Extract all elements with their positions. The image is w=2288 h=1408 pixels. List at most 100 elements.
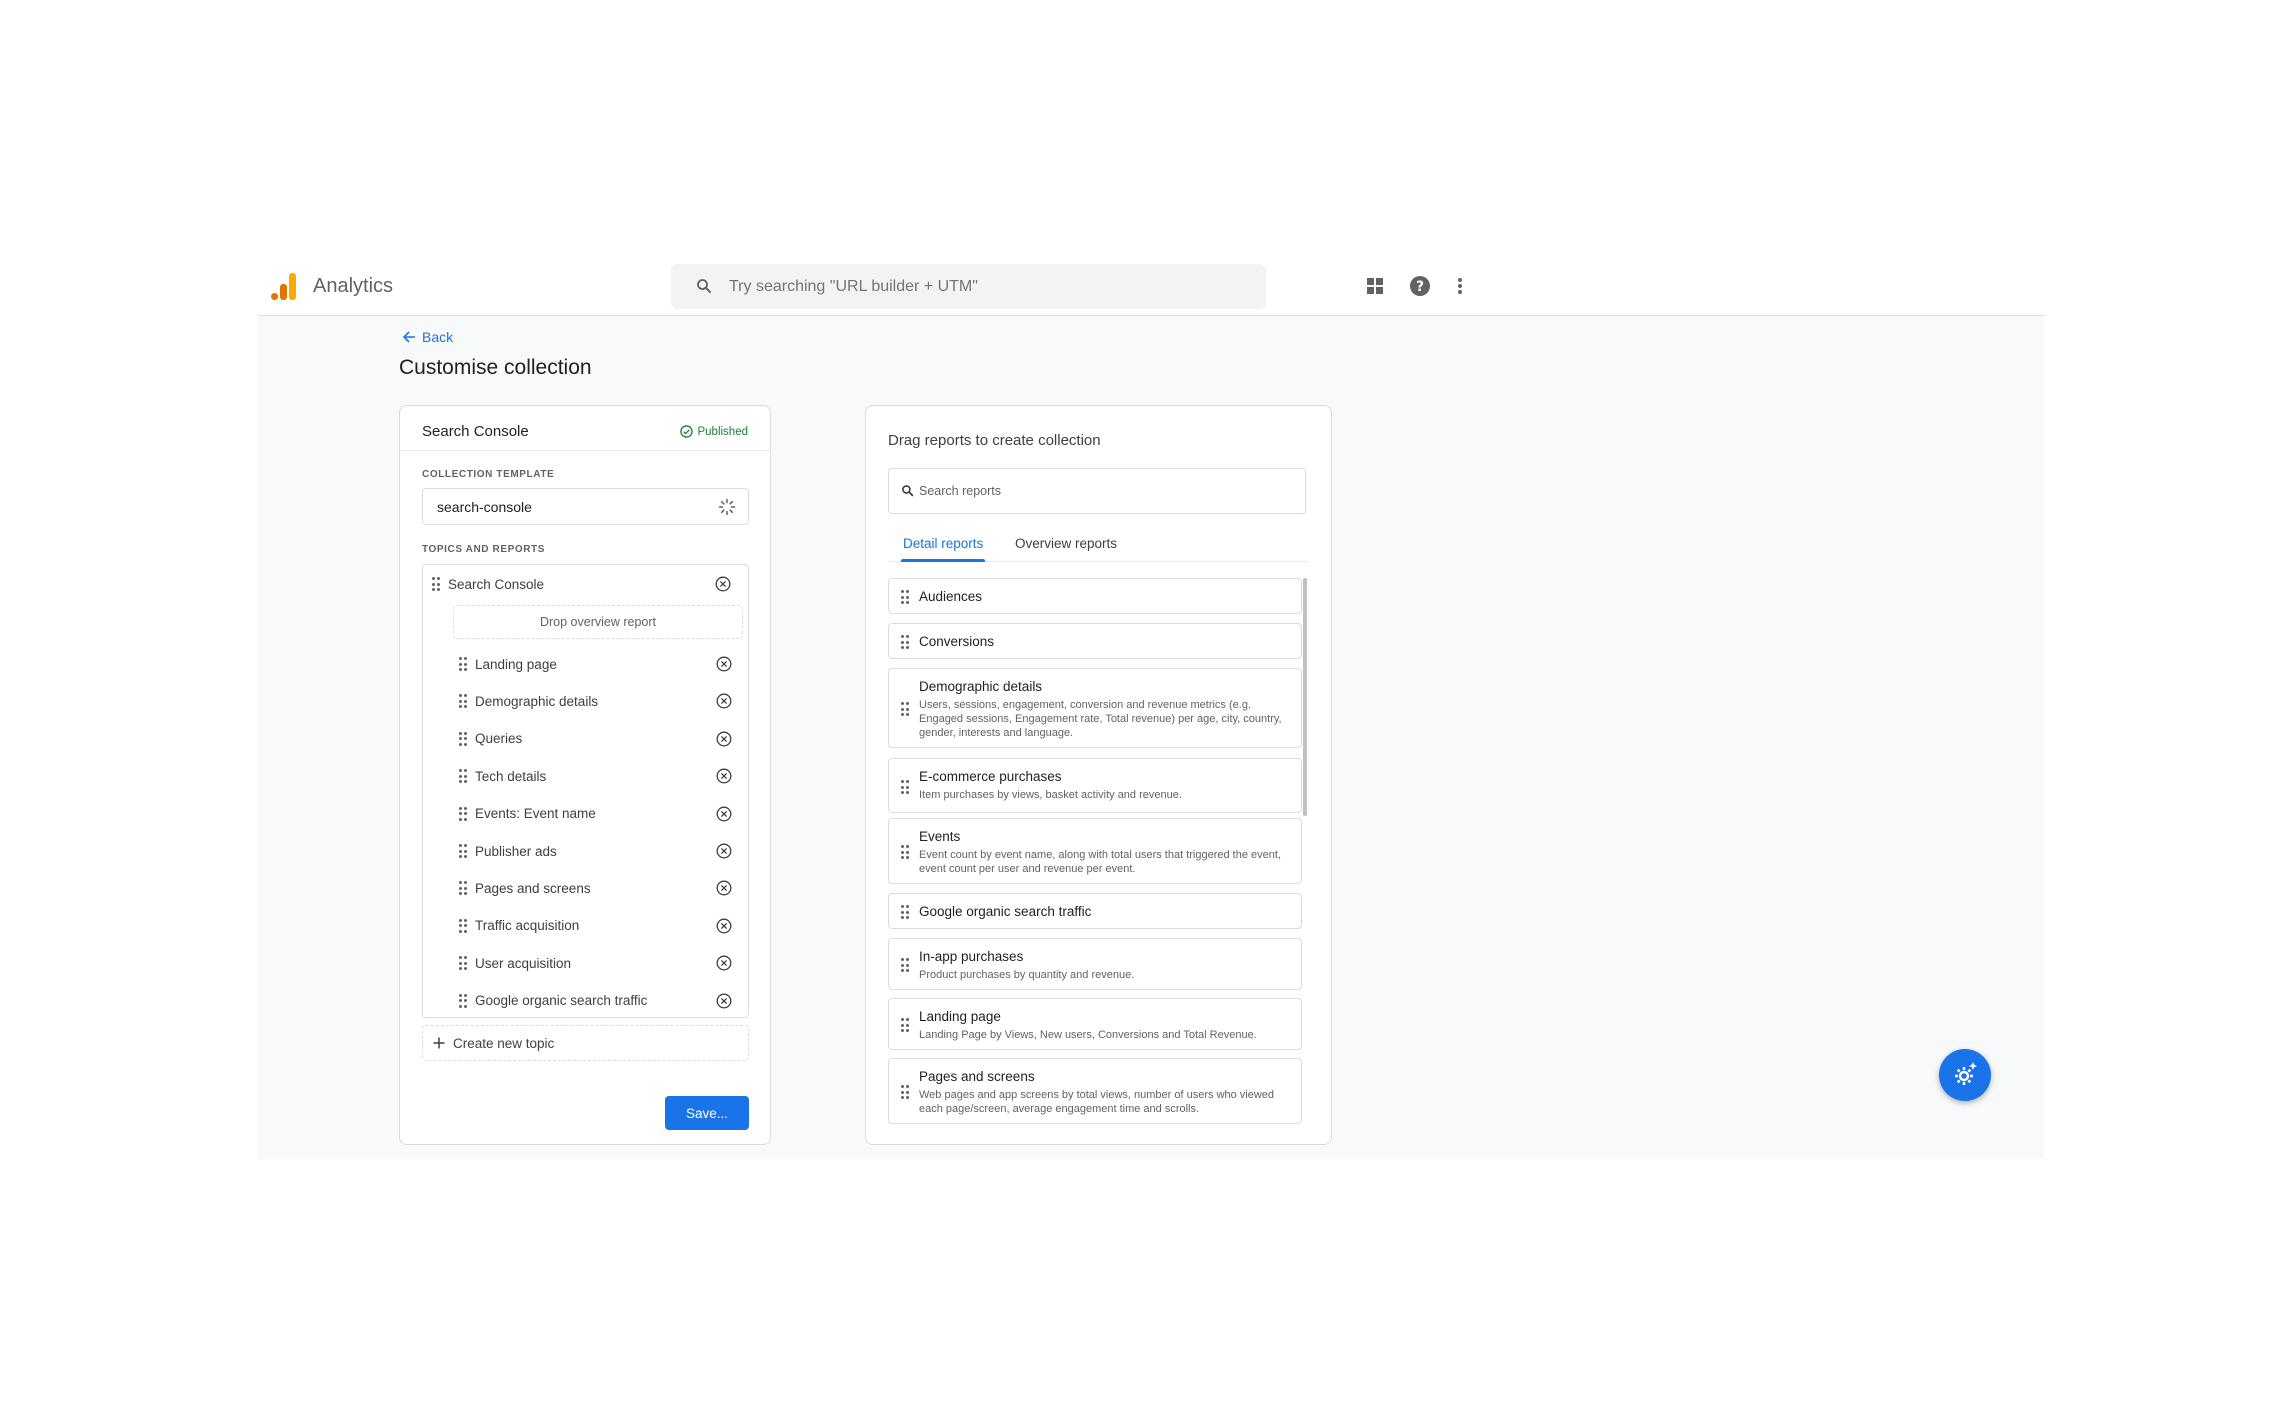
remove-report-icon[interactable] [715, 692, 733, 710]
drag-handle-icon[interactable] [901, 780, 909, 794]
report-card[interactable]: In-app purchases Product purchases by qua… [888, 938, 1302, 990]
drag-handle-icon[interactable] [432, 577, 440, 591]
report-search-input[interactable] [919, 469, 1289, 513]
topic-report-row[interactable]: Pages and screens [449, 871, 749, 905]
drag-handle-icon[interactable] [459, 806, 467, 821]
remove-topic-icon[interactable] [714, 575, 732, 593]
topics-list: Search Console Drop overview report Land… [422, 564, 749, 1018]
topic-report-row[interactable]: Events: Event name [449, 797, 749, 831]
scrollbar-thumb[interactable] [1303, 578, 1307, 816]
template-input[interactable] [437, 489, 697, 524]
report-card-description: Landing Page by Views, New users, Conver… [919, 1029, 1257, 1041]
remove-report-icon[interactable] [715, 992, 733, 1010]
topic-report-label: Queries [475, 731, 523, 747]
drag-handle-icon[interactable] [459, 657, 467, 671]
report-card-title: Landing page [919, 1009, 1001, 1024]
topic-row[interactable]: Search Console [423, 567, 748, 601]
search-input[interactable] [729, 264, 1249, 309]
drag-handle-icon[interactable] [901, 905, 909, 919]
topics-section-label: TOPICS AND REPORTS [422, 544, 546, 555]
report-card[interactable]: Pages and screens Web pages and app scree… [888, 1058, 1302, 1124]
topic-report-row[interactable]: Traffic acquisition [449, 909, 749, 943]
topic-report-label: Landing page [475, 656, 557, 672]
tab-overview-reports[interactable]: Overview reports [1015, 536, 1117, 551]
report-card[interactable]: E-commerce purchases Item purchases by vi… [888, 758, 1302, 813]
topic-report-row[interactable]: Demographic details [449, 684, 749, 718]
report-card[interactable]: Conversions [888, 623, 1302, 659]
search-icon [697, 279, 711, 293]
analytics-logo-icon[interactable] [271, 273, 297, 300]
drag-handle-icon[interactable] [901, 1018, 909, 1032]
search-icon [902, 485, 914, 497]
template-field[interactable] [422, 488, 749, 525]
remove-report-icon[interactable] [715, 917, 733, 935]
apps-grid-icon[interactable] [1362, 273, 1388, 299]
report-card[interactable]: Demographic details Users, sessions, enga… [888, 668, 1302, 748]
topic-report-row[interactable]: Tech details [449, 759, 749, 793]
report-card-description: Web pages and app screens by total views… [919, 1089, 1275, 1115]
drag-handle-icon[interactable] [901, 590, 909, 604]
drag-handle-icon[interactable] [901, 1085, 909, 1099]
analytics-app: Analytics ? Back Customise collection Se… [258, 257, 2044, 1159]
plus-icon [433, 1037, 445, 1049]
report-card[interactable]: Audiences [888, 578, 1302, 614]
published-badge: Published [680, 425, 748, 438]
settings-sparkle-button[interactable] [1939, 1049, 1991, 1101]
topic-report-row[interactable]: User acquisition [449, 946, 749, 980]
topic-report-label: User acquisition [475, 955, 572, 971]
topic-report-row[interactable]: Queries [449, 722, 749, 756]
topic-report-label: Pages and screens [475, 880, 591, 896]
settings-sparkle-icon [1955, 1062, 1977, 1085]
drag-handle-icon[interactable] [459, 956, 467, 971]
drag-handle-icon[interactable] [459, 731, 467, 746]
drag-handle-icon[interactable] [459, 694, 467, 709]
report-card[interactable]: Landing page Landing Page by Views, New u… [888, 998, 1302, 1050]
report-search-field[interactable] [888, 468, 1306, 514]
drag-handle-icon[interactable] [459, 993, 467, 1008]
drag-handle-icon[interactable] [901, 702, 909, 716]
back-label: Back [422, 329, 454, 345]
drag-handle-icon[interactable] [901, 635, 909, 649]
remove-report-icon[interactable] [715, 842, 733, 860]
tab-detail-reports[interactable]: Detail reports [900, 536, 986, 562]
drag-handle-icon[interactable] [459, 881, 467, 896]
report-card-title: In-app purchases [919, 949, 1024, 964]
search-bar[interactable] [671, 264, 1266, 309]
remove-report-icon[interactable] [715, 655, 733, 673]
remove-report-icon[interactable] [715, 805, 733, 823]
back-link[interactable]: Back [402, 329, 453, 345]
top-bar: Analytics ? [258, 257, 2044, 316]
report-card-title: Events [919, 829, 961, 844]
drop-overview-zone[interactable]: Drop overview report [453, 605, 743, 639]
drag-handle-icon[interactable] [459, 769, 467, 784]
topic-report-row[interactable]: Publisher ads [449, 834, 749, 868]
drag-handle-icon[interactable] [901, 845, 909, 859]
remove-report-icon[interactable] [715, 730, 733, 748]
save-button[interactable]: Save... [665, 1096, 749, 1130]
help-icon[interactable]: ? [1407, 273, 1433, 299]
app-title: Analytics [313, 275, 394, 297]
topic-report-label: Google organic search traffic [475, 993, 648, 1009]
drag-handle-icon[interactable] [459, 918, 467, 933]
create-topic-button[interactable]: Create new topic [422, 1025, 749, 1061]
report-card-title: Pages and screens [919, 1069, 1035, 1084]
page-title: Customise collection [399, 356, 592, 379]
drag-handle-icon[interactable] [901, 958, 909, 972]
more-vert-icon[interactable] [1447, 273, 1473, 299]
report-tabs: Detail reports Overview reports [888, 532, 1308, 562]
drag-handle-icon[interactable] [459, 844, 467, 858]
report-library-card: Drag reports to create collection Detail… [865, 405, 1332, 1145]
topic-report-label: Traffic acquisition [475, 918, 580, 934]
report-card[interactable]: Google organic search traffic [888, 893, 1302, 929]
published-label: Published [697, 425, 748, 438]
remove-report-icon[interactable] [715, 954, 733, 972]
remove-report-icon[interactable] [715, 879, 733, 897]
collection-editor-card: Search Console Published COLLECTION TEMP… [399, 405, 771, 1145]
topic-report-label: Events: Event name [475, 806, 596, 822]
report-card[interactable]: Events Event count by event name, along w… [888, 818, 1302, 884]
topic-report-row[interactable]: Landing page [449, 647, 749, 681]
report-card-description: Item purchases by views, basket activity… [919, 789, 1182, 801]
remove-report-icon[interactable] [715, 767, 733, 785]
topic-report-row[interactable]: Google organic search traffic [449, 984, 749, 1018]
report-card-title: Audiences [919, 589, 983, 604]
